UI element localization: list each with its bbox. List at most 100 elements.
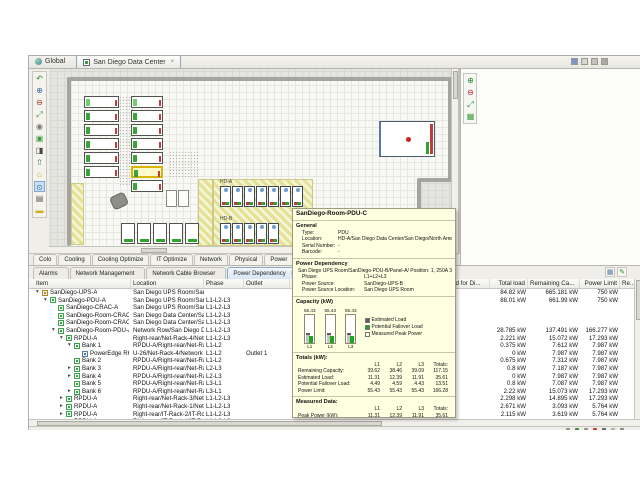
close-icon[interactable]: × [171,59,175,65]
editor-tab[interactable]: Global [29,55,76,68]
map-tool-icon[interactable]: ▤ [34,193,45,204]
hd-rack[interactable] [232,186,243,207]
column-header[interactable]: Remaining Ca... [528,279,580,288]
rack[interactable] [131,138,163,150]
rack[interactable] [84,138,119,150]
map-tool-icon[interactable]: ↶ [34,73,45,84]
view-mode-tab[interactable]: Physical [229,254,263,265]
rack[interactable] [169,223,183,244]
table-vscrollbar[interactable] [634,279,640,419]
hd-rack[interactable] [220,223,231,244]
hd-rack[interactable] [268,186,279,207]
table-hscrollbar[interactable] [29,419,640,426]
hd-rack[interactable] [244,186,255,207]
column-header[interactable]: Item [34,279,131,288]
item-icon [66,404,72,410]
panel-tab[interactable]: Network Cable Browser [146,267,226,279]
item-location: San Diego UPS Room/San Diego/... [131,297,204,305]
item-location: Right-rear/Net-Rack-1/Network R... [131,403,204,411]
hd-rack[interactable] [220,186,231,207]
panel-tab[interactable]: Alarms [33,267,69,279]
panel-toolbar-icon[interactable]: ✎ [617,267,627,277]
selected-rack[interactable] [131,166,163,178]
item-total-load: 0.8 kW [490,365,528,373]
hd-rack[interactable] [256,223,267,244]
editor-tab-bar: Global San Diego Data Center × [29,56,640,69]
used-for-cell [450,403,490,411]
rack[interactable] [84,152,119,164]
hd-rack[interactable] [292,186,303,207]
item-phase: L1-L2-L3 [204,312,244,320]
section-heading: Power Dependency [296,260,452,268]
pdu-unit[interactable] [379,121,435,157]
panel-toolbar-icon[interactable]: ▦ [605,267,615,277]
floor-box[interactable] [166,190,177,207]
rack[interactable] [137,223,151,244]
column-header[interactable]: Total load [490,279,528,288]
hd-rack[interactable] [232,223,243,244]
section-heading: Capacity (kW) [296,298,452,306]
map-tool-icon[interactable]: ⤢ [465,99,476,110]
item-total-load: 0.8 kW [490,380,528,388]
column-header[interactable]: Power Limit [580,279,620,288]
item-location: RPDU-A/Right-rear/Net-Rack-4/N... [131,373,204,381]
hd-rack[interactable] [280,186,291,207]
item-power-limit: 7.987 kW [580,373,620,381]
status-icon [629,428,633,431]
rack[interactable] [131,110,163,122]
map-tool-icon[interactable]: ⊖ [34,97,45,108]
rack[interactable] [84,124,119,136]
used-for-cell [450,365,490,373]
column-header[interactable]: ed for Di... [450,279,490,288]
hd-rack[interactable] [268,223,279,244]
rack[interactable] [84,96,119,108]
map-tool-icon[interactable]: ◉ [34,121,45,132]
map-tool-icon[interactable]: ⊕ [465,75,476,86]
view-mode-tab[interactable]: Cooling [58,254,90,265]
map-tool-icon[interactable]: ▦ [465,111,476,122]
map-tool-icon[interactable]: ◨ [34,145,45,156]
item-power-limit: 7.987 kW [580,365,620,373]
used-for-cell [450,357,490,365]
map-tool-icon[interactable]: ▬ [34,205,45,216]
map-tool-icon[interactable]: ⊕ [34,85,45,96]
item-total-load: 88.01 kW [490,297,528,305]
view-mode-tab[interactable]: Colo [33,254,57,265]
view-min-max-buttons[interactable] [571,58,608,65]
rack[interactable] [153,223,167,244]
panel-tab[interactable]: Power Dependency × [227,267,300,279]
map-tool-icon[interactable]: ⊙ [34,181,45,192]
map-tool-icon[interactable]: ⇧ [34,157,45,168]
rack[interactable] [84,110,119,122]
hd-rack[interactable] [256,186,267,207]
rack[interactable] [84,166,119,178]
rack[interactable] [131,180,163,192]
legend-item: Estimated Load [365,317,423,324]
column-header[interactable]: Outlet [244,279,290,288]
floor-box[interactable] [178,190,189,207]
map-tool-icon[interactable]: ⤢ [34,109,45,120]
rack[interactable] [185,223,199,244]
column-header[interactable]: Location [131,279,204,288]
rack[interactable] [131,96,163,108]
item-location: RPDU-A/Right-rear/Net-Rack-4/N... [131,380,204,388]
panel-tab[interactable]: Network Management [70,267,146,279]
view-mode-tab[interactable]: Power [264,254,293,265]
rack[interactable] [121,223,135,244]
map-tool-icon[interactable]: ⌂ [34,169,45,180]
column-header[interactable]: Phase [204,279,244,288]
editor-tab[interactable]: San Diego Data Center × [76,55,181,68]
view-mode-tab[interactable]: Cooling Optimize [92,254,150,265]
map-tool-icon[interactable]: ▣ [34,133,45,144]
view-mode-tab[interactable]: Network [194,254,228,265]
hd-rack[interactable] [244,223,255,244]
item-total-load: 0.675 kW [490,357,528,365]
item-remaining-capacity: 7.187 kW [528,365,580,373]
rack[interactable] [131,124,163,136]
item-power-limit [580,319,620,327]
rack[interactable] [131,152,163,164]
used-for-cell [450,411,490,419]
view-mode-tab[interactable]: IT Optimize [150,254,193,265]
item-remaining-capacity: 15.072 kW [528,335,580,343]
map-tool-icon[interactable]: ⊖ [465,87,476,98]
